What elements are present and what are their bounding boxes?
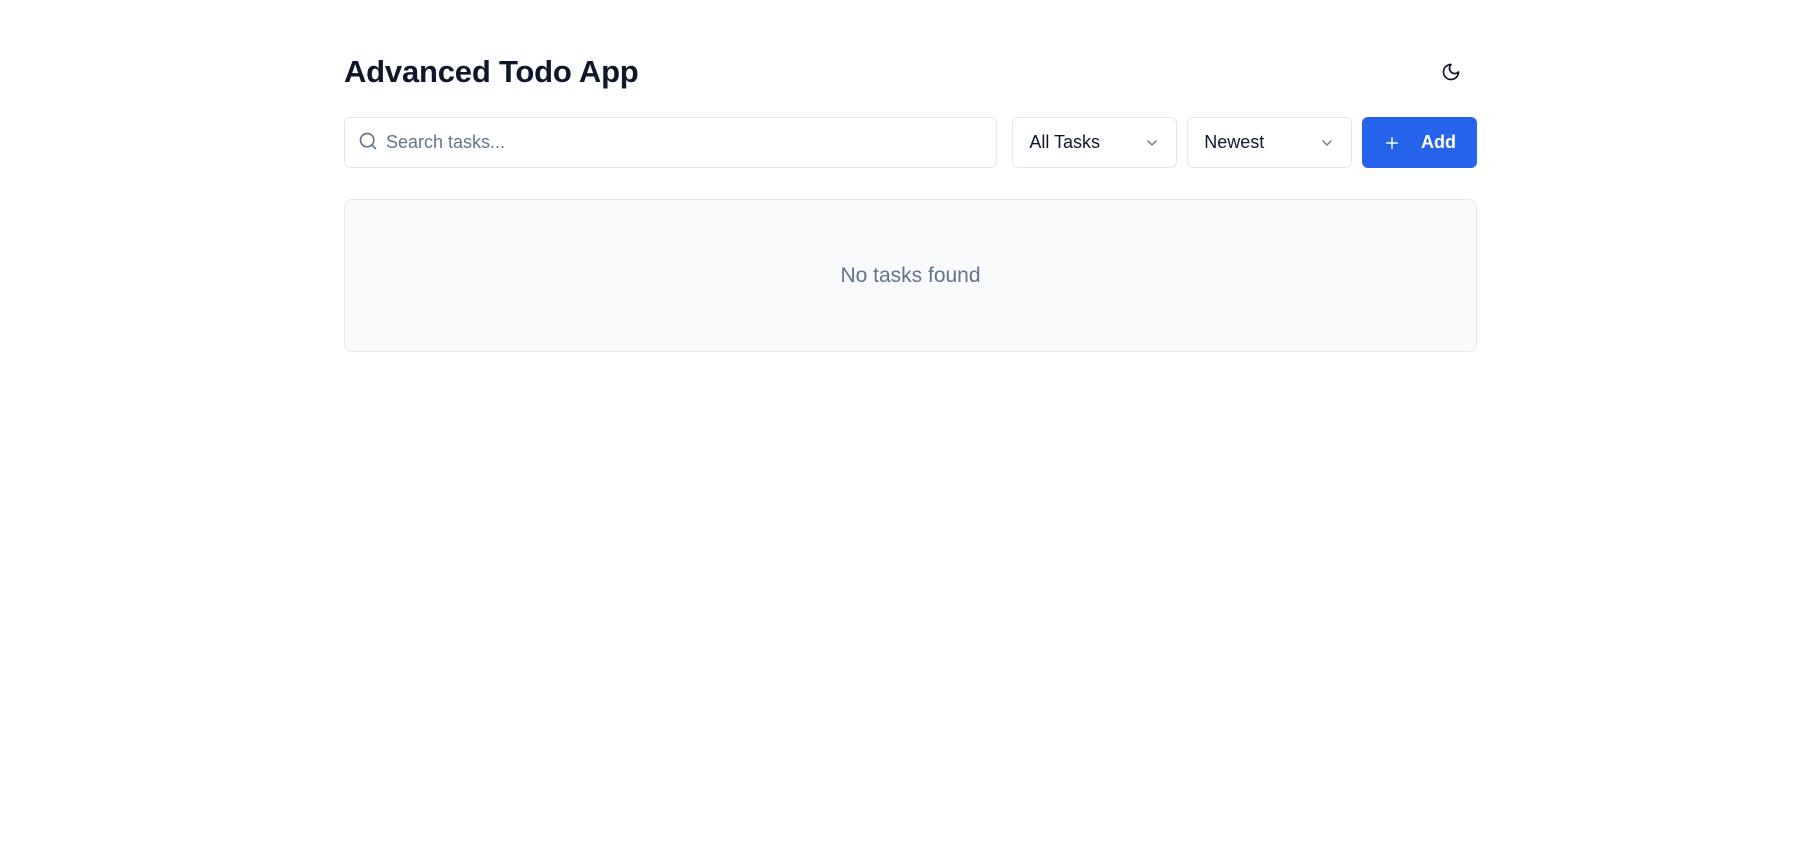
- chevron-down-icon: [1322, 139, 1332, 146]
- sort-select[interactable]: Newest: [1187, 117, 1353, 168]
- sort-select-value: Newest: [1204, 132, 1265, 152]
- theme-toggle-button[interactable]: [1431, 52, 1471, 92]
- add-button-label: Add: [1421, 132, 1457, 152]
- search-input[interactable]: [345, 118, 997, 167]
- page-title: Advanced Todo App: [344, 54, 639, 89]
- toolbar: All Tasks Newest Add: [344, 117, 1477, 168]
- search-icon: [359, 132, 377, 150]
- app-header: Advanced Todo App: [344, 48, 1477, 96]
- filter-select-value: All Tasks: [1029, 132, 1101, 152]
- filter-select[interactable]: All Tasks: [1012, 117, 1178, 168]
- moon-icon: [1442, 63, 1460, 81]
- app-container: Advanced Todo App All Tasks Newest: [344, 48, 1477, 352]
- empty-message: No tasks found: [840, 263, 981, 287]
- search-box: [344, 117, 998, 168]
- chevron-down-icon: [1147, 139, 1157, 146]
- add-task-button[interactable]: Add: [1362, 117, 1477, 168]
- task-list-empty-state: No tasks found: [344, 199, 1477, 352]
- plus-icon: [1386, 136, 1399, 149]
